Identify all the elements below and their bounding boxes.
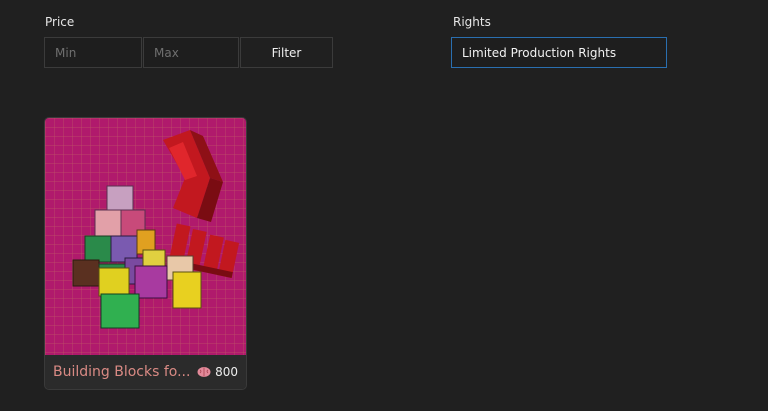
rights-select-value: Limited Production Rights bbox=[462, 45, 617, 60]
item-price: 800 bbox=[197, 365, 238, 379]
rights-select[interactable]: Limited Production Rights bbox=[451, 37, 667, 68]
rights-label: Rights bbox=[453, 15, 491, 29]
card-footer: Building Blocks fo... 800 bbox=[45, 355, 246, 389]
item-price-value: 800 bbox=[215, 365, 238, 379]
nft-card-artwork bbox=[45, 118, 246, 355]
item-title: Building Blocks fo... bbox=[53, 364, 191, 380]
filter-button[interactable]: Filter bbox=[240, 37, 333, 68]
nft-card[interactable]: Building Blocks fo... 800 bbox=[44, 117, 247, 390]
price-label: Price bbox=[45, 15, 75, 29]
brain-icon bbox=[197, 367, 211, 377]
max-price-input[interactable] bbox=[143, 37, 239, 68]
min-price-input[interactable] bbox=[44, 37, 142, 68]
